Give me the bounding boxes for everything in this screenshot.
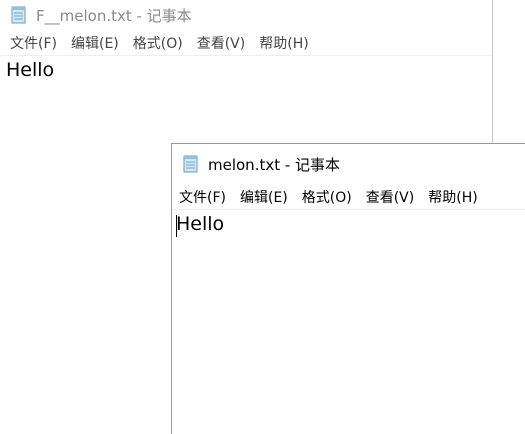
notepad-window-front[interactable]: melon.txt - 记事本 文件(F) 编辑(E) 格式(O) 查看(V) … bbox=[171, 143, 525, 434]
window-title: melon.txt - 记事本 bbox=[208, 155, 341, 174]
menu-file[interactable]: 文件(F) bbox=[179, 187, 226, 207]
menu-file[interactable]: 文件(F) bbox=[10, 33, 57, 53]
menu-view[interactable]: 查看(V) bbox=[197, 33, 246, 53]
menu-format[interactable]: 格式(O) bbox=[133, 33, 183, 53]
menu-edit[interactable]: 编辑(E) bbox=[71, 33, 119, 53]
notepad-icon bbox=[182, 154, 200, 174]
editor-content: Hello bbox=[6, 59, 55, 81]
menu-help[interactable]: 帮助(H) bbox=[428, 187, 477, 207]
notepad-icon bbox=[10, 5, 28, 25]
menu-bar: 文件(F) 编辑(E) 格式(O) 查看(V) 帮助(H) bbox=[0, 30, 492, 56]
menu-help[interactable]: 帮助(H) bbox=[259, 33, 308, 53]
title-bar[interactable]: F__melon.txt - 记事本 bbox=[0, 0, 492, 30]
menu-format[interactable]: 格式(O) bbox=[302, 187, 352, 207]
editor-content: Hello bbox=[176, 213, 225, 235]
window-title: F__melon.txt - 记事本 bbox=[36, 6, 192, 25]
title-bar[interactable]: melon.txt - 记事本 bbox=[172, 144, 525, 184]
desktop: F__melon.txt - 记事本 文件(F) 编辑(E) 格式(O) 查看(… bbox=[0, 0, 525, 434]
menu-view[interactable]: 查看(V) bbox=[366, 187, 415, 207]
menu-edit[interactable]: 编辑(E) bbox=[240, 187, 288, 207]
text-caret bbox=[176, 215, 177, 237]
menu-bar: 文件(F) 编辑(E) 格式(O) 查看(V) 帮助(H) bbox=[172, 184, 525, 210]
text-editor[interactable]: Hello bbox=[172, 210, 525, 433]
